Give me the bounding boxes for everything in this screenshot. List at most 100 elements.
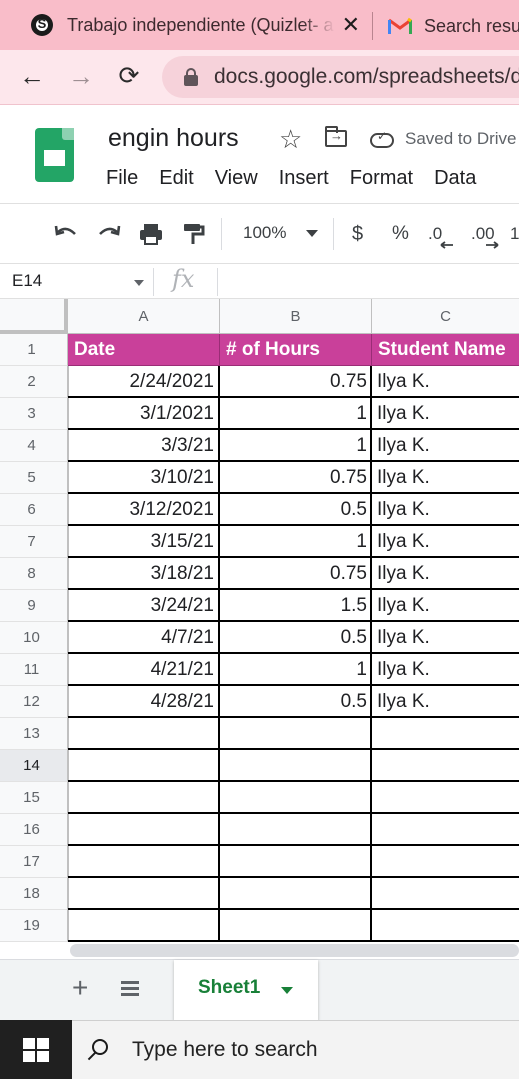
cell-a3[interactable]: 3/1/2021	[68, 398, 220, 430]
cell-a5[interactable]: 3/10/21	[68, 462, 220, 494]
cloud-check-icon[interactable]: ✓	[370, 129, 394, 148]
add-sheet-button[interactable]: +	[72, 972, 88, 1004]
print-icon[interactable]	[137, 220, 165, 248]
select-all-corner[interactable]	[0, 299, 68, 334]
all-sheets-list-icon[interactable]	[121, 981, 139, 996]
cell-a19[interactable]	[68, 910, 220, 942]
cell-b11[interactable]: 1	[220, 654, 372, 686]
undo-icon[interactable]	[52, 220, 80, 248]
browser-tab-gmail[interactable]: Search resul	[388, 12, 519, 40]
cell-c17[interactable]	[372, 846, 519, 878]
cell-b15[interactable]	[220, 782, 372, 814]
menu-format[interactable]: Format	[350, 167, 413, 190]
cell-b18[interactable]	[220, 878, 372, 910]
lock-icon[interactable]	[184, 68, 198, 86]
cell-c19[interactable]	[372, 910, 519, 942]
horizontal-scrollbar[interactable]	[70, 944, 519, 957]
cell-c4[interactable]: Ilya K.	[372, 430, 519, 462]
start-button[interactable]	[0, 1020, 72, 1079]
row-header[interactable]: 15	[0, 782, 68, 814]
row-header[interactable]: 13	[0, 718, 68, 750]
cell-c13[interactable]	[372, 718, 519, 750]
menu-edit[interactable]: Edit	[159, 167, 193, 190]
column-header-a[interactable]: A	[68, 299, 220, 334]
cell-c8[interactable]: Ilya K.	[372, 558, 519, 590]
menu-data[interactable]: Data	[434, 167, 476, 190]
row-header[interactable]: 7	[0, 526, 68, 558]
currency-format-button[interactable]: $	[352, 220, 363, 248]
cell-b7[interactable]: 1	[220, 526, 372, 558]
row-header[interactable]: 11	[0, 654, 68, 686]
cell-c9[interactable]: Ilya K.	[372, 590, 519, 622]
cell-a18[interactable]	[68, 878, 220, 910]
menu-file[interactable]: File	[106, 167, 138, 190]
cell-b1[interactable]: # of Hours	[220, 334, 372, 366]
cell-b13[interactable]	[220, 718, 372, 750]
row-header[interactable]: 6	[0, 494, 68, 526]
cell-c12[interactable]: Ilya K.	[372, 686, 519, 718]
cell-a9[interactable]: 3/24/21	[68, 590, 220, 622]
cell-c18[interactable]	[372, 878, 519, 910]
name-box[interactable]: E14	[12, 271, 42, 291]
cell-c1[interactable]: Student Name	[372, 334, 519, 366]
cell-b8[interactable]: 0.75	[220, 558, 372, 590]
decrease-decimals-button[interactable]: .0	[428, 220, 453, 249]
cell-a13[interactable]	[68, 718, 220, 750]
cell-c5[interactable]: Ilya K.	[372, 462, 519, 494]
sheet-menu-dropdown-icon[interactable]	[281, 987, 293, 994]
cell-c3[interactable]: Ilya K.	[372, 398, 519, 430]
cell-a10[interactable]: 4/7/21	[68, 622, 220, 654]
row-header[interactable]: 3	[0, 398, 68, 430]
cell-a12[interactable]: 4/28/21	[68, 686, 220, 718]
cell-c10[interactable]: Ilya K.	[372, 622, 519, 654]
cell-a1[interactable]: Date	[68, 334, 220, 366]
row-header[interactable]: 4	[0, 430, 68, 462]
move-to-folder-icon[interactable]: →	[325, 126, 347, 147]
close-tab-icon[interactable]: ✕	[342, 12, 360, 38]
row-header[interactable]: 19	[0, 910, 68, 942]
cell-b17[interactable]	[220, 846, 372, 878]
redo-icon[interactable]	[95, 220, 123, 248]
cell-b3[interactable]: 1	[220, 398, 372, 430]
cell-a11[interactable]: 4/21/21	[68, 654, 220, 686]
row-header[interactable]: 1	[0, 334, 68, 366]
cell-b5[interactable]: 0.75	[220, 462, 372, 494]
row-header[interactable]: 10	[0, 622, 68, 654]
browser-tab-quizlet[interactable]: S Trabajo independiente (Quizlet- a ✕	[22, 6, 372, 44]
increase-decimals-button[interactable]: .00	[471, 220, 499, 249]
row-header[interactable]: 18	[0, 878, 68, 910]
cell-a15[interactable]	[68, 782, 220, 814]
row-header[interactable]: 5	[0, 462, 68, 494]
cell-c14[interactable]	[372, 750, 519, 782]
cell-a8[interactable]: 3/18/21	[68, 558, 220, 590]
cell-a2[interactable]: 2/24/2021	[68, 366, 220, 398]
zoom-dropdown-icon[interactable]	[306, 230, 318, 237]
menu-view[interactable]: View	[215, 167, 258, 190]
row-header[interactable]: 14	[0, 750, 68, 782]
cell-b6[interactable]: 0.5	[220, 494, 372, 526]
reload-icon[interactable]: ⟳	[111, 58, 147, 94]
cell-b2[interactable]: 0.75	[220, 366, 372, 398]
save-status[interactable]: Saved to Drive	[405, 129, 517, 149]
menu-insert[interactable]: Insert	[279, 167, 329, 190]
cell-c6[interactable]: Ilya K.	[372, 494, 519, 526]
cell-c2[interactable]: Ilya K.	[372, 366, 519, 398]
cell-a6[interactable]: 3/12/2021	[68, 494, 220, 526]
row-header[interactable]: 2	[0, 366, 68, 398]
cell-b19[interactable]	[220, 910, 372, 942]
row-header[interactable]: 16	[0, 814, 68, 846]
row-header[interactable]: 17	[0, 846, 68, 878]
forward-arrow-icon[interactable]: →	[63, 58, 99, 94]
cell-b12[interactable]: 0.5	[220, 686, 372, 718]
row-header[interactable]: 9	[0, 590, 68, 622]
cell-a17[interactable]	[68, 846, 220, 878]
cell-c15[interactable]	[372, 782, 519, 814]
cell-c7[interactable]: Ilya K.	[372, 526, 519, 558]
cell-a16[interactable]	[68, 814, 220, 846]
cell-c16[interactable]	[372, 814, 519, 846]
cell-b16[interactable]	[220, 814, 372, 846]
url-bar[interactable]: docs.google.com/spreadsheets/d	[162, 56, 519, 98]
cell-a14[interactable]	[68, 750, 220, 782]
taskbar-search-box[interactable]: Type here to search	[72, 1020, 519, 1079]
row-header[interactable]: 8	[0, 558, 68, 590]
